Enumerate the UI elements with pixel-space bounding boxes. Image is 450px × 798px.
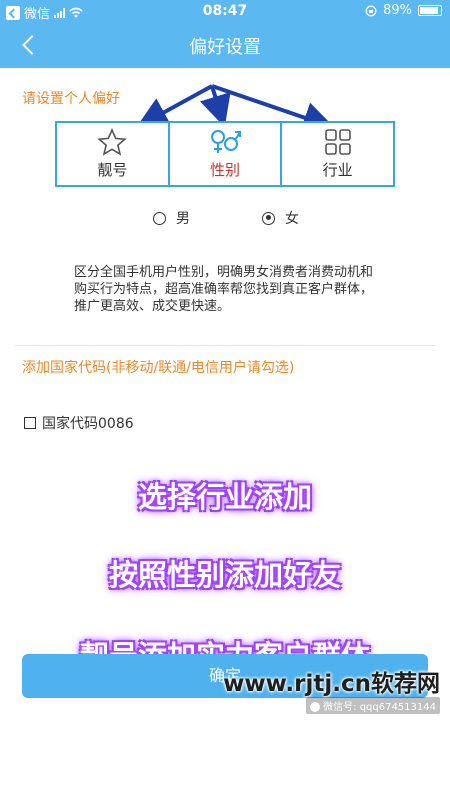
battery-icon — [418, 5, 442, 16]
promo-text: 选择行业添加 — [137, 480, 312, 514]
country-code-option[interactable]: 国家代码0086 — [24, 413, 134, 433]
arrow-to-star-tab — [135, 84, 213, 128]
country-code-checkbox-label: 国家代码0086 — [42, 416, 134, 432]
orientation-lock-icon — [365, 5, 377, 16]
radio-female-circle[interactable] — [262, 211, 275, 225]
gender-description: 区分全国手机用户性别，明确男女消费者消费动机和购买行为特点，超高准确率帮您找到真… — [74, 265, 374, 314]
radio-female-label: 女 — [285, 211, 299, 227]
country-code-checkbox[interactable] — [24, 417, 36, 429]
tab-label: 性别 — [210, 161, 241, 179]
radio-male-circle[interactable] — [153, 211, 166, 225]
radio-female[interactable]: 女 — [262, 208, 299, 228]
nav-bar: 偏好设置 — [0, 22, 450, 68]
tab-gender[interactable]: 性别 — [170, 123, 283, 185]
status-bar: 微信 08:47 89% — [0, 0, 450, 22]
divider — [15, 345, 435, 346]
watermark-text: www.rjtj.cn软荐网 — [223, 671, 440, 697]
page-title: 偏好设置 — [189, 37, 261, 58]
grid-icon — [324, 129, 351, 155]
watermark-subtext: 微信号: qqq674513144 — [306, 697, 440, 714]
status-right: 89% — [365, 3, 442, 18]
radio-male[interactable]: 男 — [153, 208, 190, 228]
tab-label: 行业 — [322, 161, 353, 179]
gender-icon — [211, 130, 241, 153]
star-icon — [97, 128, 128, 156]
wechat-icon — [310, 702, 321, 712]
promo-text: 按照性别添加好友 — [108, 558, 341, 592]
arrow-to-industry-tab — [211, 84, 336, 133]
battery-percent: 89% — [383, 3, 412, 18]
radio-male-label: 男 — [176, 211, 190, 227]
gender-radio-group: 男 女 — [0, 208, 450, 230]
preference-tabs: 靓号 性别 行业 — [55, 121, 395, 187]
tab-industry[interactable]: 行业 — [282, 123, 393, 185]
watermark-sub-label: 微信号: qqq674513144 — [323, 702, 436, 713]
tab-label: 靓号 — [97, 161, 128, 179]
country-code-section-label: 添加国家代码(非移动/联通/电信用户请勾选) — [22, 360, 295, 376]
tab-pretty-number[interactable]: 靓号 — [57, 123, 170, 185]
